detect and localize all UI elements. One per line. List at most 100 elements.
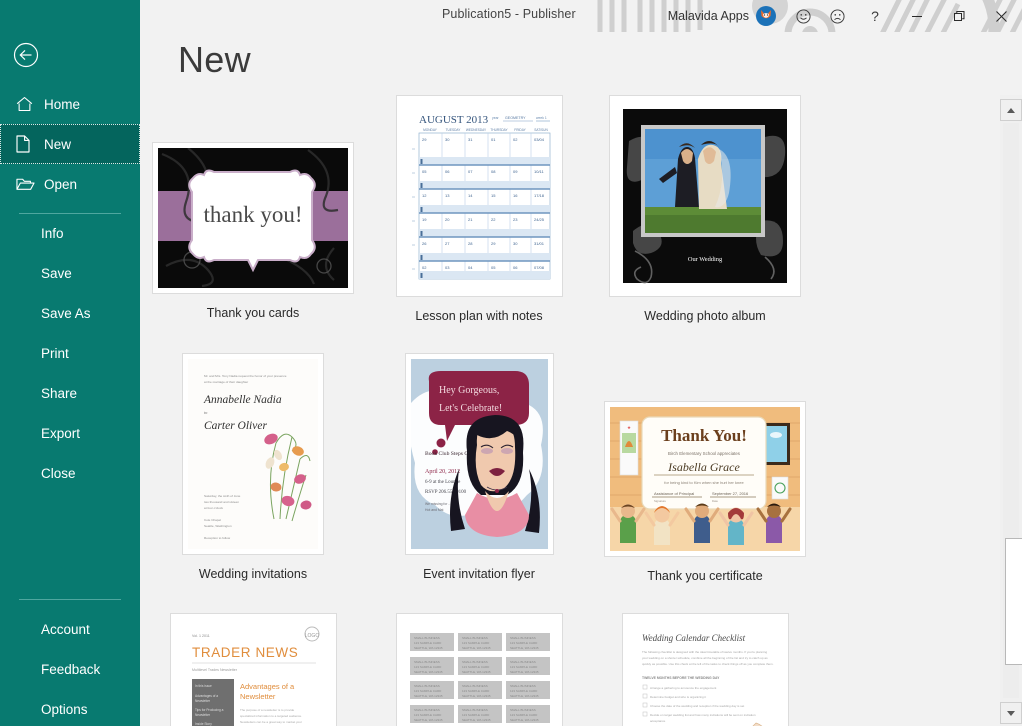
sidebar-item-new[interactable]: New: [0, 124, 140, 164]
template-newsletter[interactable]: Vol. 1 2011 LOGO TRADER NEWS Multilevel …: [169, 613, 337, 726]
template-caption: Event invitation flyer: [423, 567, 535, 581]
sidebar-item-print[interactable]: Print: [0, 333, 140, 373]
svg-text:SEATTLE, WA 12345: SEATTLE, WA 12345: [510, 694, 539, 698]
flyer-line-1: Hey Gorgeous,: [439, 385, 499, 396]
backstage-main: New thank you! Thank you cards AUGUST 20…: [140, 32, 1022, 726]
template-caption: Wedding invitations: [198, 567, 308, 581]
scroll-thumb[interactable]: [1005, 538, 1022, 665]
frowning-face-icon[interactable]: [820, 0, 854, 32]
svg-text:05: 05: [422, 169, 427, 174]
template-cell: Vol. 1 2011 LOGO TRADER NEWS Multilevel …: [140, 613, 366, 726]
sidebar-item-info[interactable]: Info: [0, 213, 140, 253]
publisher-backstage-window: Publication5 - Publisher Malavida Apps ?…: [0, 0, 1022, 726]
help-button[interactable]: ?: [854, 0, 896, 32]
svg-text:20: 20: [445, 217, 450, 222]
svg-text:26: 26: [422, 241, 427, 246]
svg-text:We missing for ...: We missing for ...: [425, 502, 451, 506]
svg-text:Assistance of Principal: Assistance of Principal: [654, 491, 694, 496]
fox-avatar-icon[interactable]: [756, 6, 776, 26]
svg-text:03: 03: [445, 265, 450, 270]
template-wedding-checklist[interactable]: Wedding Calendar Checklist The following…: [621, 613, 789, 726]
svg-text:two thousand and sixteen: two thousand and sixteen: [204, 500, 239, 504]
svg-text:your wedding on a shorter sche: your wedding on a shorter schedule, comb…: [642, 656, 768, 660]
title-bar-controls: Malavida Apps ?: [668, 0, 1022, 32]
gallery-scrollbar[interactable]: [1000, 95, 1022, 726]
sidebar-item-save[interactable]: Save: [0, 253, 140, 293]
invitation-name-1: Annabelle Nadia: [203, 394, 282, 406]
scroll-down-arrow-icon[interactable]: [1000, 702, 1022, 724]
svg-text:In this issue: In this issue: [195, 684, 212, 688]
template-row: thank you! Thank you cards AUGUST 2013 y…: [140, 95, 1000, 323]
svg-text:SEATTLE, WA 12345: SEATTLE, WA 12345: [462, 694, 491, 698]
sidebar-item-label: New: [44, 136, 72, 152]
svg-text:Mr. and Mrs. Tony Nadia reques: Mr. and Mrs. Tony Nadia request the hono…: [204, 374, 287, 378]
svg-text:123 SAMPLE CARD: 123 SAMPLE CARD: [414, 689, 442, 693]
sidebar-divider-bottom: [19, 599, 121, 600]
svg-text:Vol. 1 2011: Vol. 1 2011: [192, 634, 210, 638]
sidebar-item-open[interactable]: Open: [0, 164, 140, 204]
svg-text:specialized information to a t: specialized information to a targeted au…: [240, 714, 302, 718]
template-event-invitation-flyer[interactable]: Hey Gorgeous, Let's Celebrate! Book Club…: [404, 353, 554, 555]
svg-text:123 SAMPLE CARD: 123 SAMPLE CARD: [414, 713, 442, 717]
svg-text:06: 06: [445, 169, 450, 174]
template-thank-you-certificate[interactable]: ★ Thank You! Birch Elementary School app…: [604, 401, 806, 557]
template-wedding-invitations[interactable]: Mr. and Mrs. Tony Nadia request the hono…: [182, 353, 324, 555]
svg-text:Newsletter: Newsletter: [240, 692, 276, 701]
album-caption-text: Our Wedding: [688, 256, 723, 263]
svg-text:quickly as possible. Use this: quickly as possible. Use this check at t…: [642, 662, 774, 666]
sidebar-item-options[interactable]: Options: [0, 689, 140, 726]
close-icon[interactable]: [980, 0, 1022, 32]
scroll-up-arrow-icon[interactable]: [1000, 99, 1022, 121]
sidebar-item-save-as[interactable]: Save As: [0, 293, 140, 333]
svg-text:at the marriage of their daugh: at the marriage of their daughter: [204, 380, 248, 384]
template-cell: Hey Gorgeous, Let's Celebrate! Book Club…: [366, 353, 592, 583]
svg-text:14: 14: [468, 193, 473, 198]
sidebar-item-label: Home: [44, 96, 81, 112]
sidebar-item-close[interactable]: Close: [0, 453, 140, 493]
svg-text:thank you!: thank you!: [203, 202, 302, 227]
sidebar-item-export[interactable]: Export: [0, 413, 140, 453]
template-lesson-plan[interactable]: AUGUST 2013 year GEOMETRY week 1 MONDAY T…: [395, 95, 563, 297]
back-arrow-icon[interactable]: [13, 42, 39, 68]
svg-text:Arrange a gathering to announc: Arrange a gathering to announce the enga…: [650, 686, 717, 690]
svg-text:23: 23: [513, 217, 518, 222]
svg-text:SMALL BUSINESS: SMALL BUSINESS: [510, 636, 536, 640]
flyer-line-2: Let's Celebrate!: [439, 403, 502, 414]
svg-text:SEATTLE, WA 12345: SEATTLE, WA 12345: [510, 718, 539, 722]
svg-text:Saturday, the sixth of June: Saturday, the sixth of June: [204, 494, 241, 498]
sidebar-item-share[interactable]: Share: [0, 373, 140, 413]
sidebar-item-account[interactable]: Account: [0, 609, 140, 649]
smiley-face-icon[interactable]: [786, 0, 820, 32]
sidebar-item-feedback[interactable]: Feedback: [0, 649, 140, 689]
svg-text:TUESDAY: TUESDAY: [445, 128, 461, 132]
template-mailing-labels[interactable]: SMALL BUSINESS 123 SAMPLE CARD SEATTLE, WA…: [395, 613, 563, 726]
template-thank-you-cards[interactable]: thank you!: [152, 142, 354, 294]
sidebar-item-home[interactable]: Home: [0, 84, 140, 124]
svg-text:SEATTLE, WA 12345: SEATTLE, WA 12345: [414, 670, 443, 674]
thumbnail-wedding-photo-album: Our Wedding: [615, 101, 795, 291]
document-title: Publication5 - Publisher: [442, 7, 576, 21]
template-wedding-photo-album[interactable]: Our Wedding: [609, 95, 801, 297]
restore-icon[interactable]: [938, 0, 980, 32]
svg-text:123 SAMPLE CARD: 123 SAMPLE CARD: [462, 665, 490, 669]
minimize-icon[interactable]: [896, 0, 938, 32]
certificate-heading: Thank You!: [661, 426, 747, 445]
svg-text:123 SAMPLE CARD: 123 SAMPLE CARD: [510, 689, 538, 693]
svg-text:02: 02: [513, 137, 518, 142]
svg-text:AUGUST 2013: AUGUST 2013: [419, 114, 489, 126]
thumbnail-wedding-invitations: Mr. and Mrs. Tony Nadia request the hono…: [188, 359, 318, 549]
svg-text:SEATTLE, WA 12345: SEATTLE, WA 12345: [510, 670, 539, 674]
svg-text:13: 13: [445, 193, 450, 198]
svg-text:RSVP 206.555.0100: RSVP 206.555.0100: [425, 490, 467, 495]
thumbnail-lesson-plan: AUGUST 2013 year GEOMETRY week 1 MONDAY T…: [401, 101, 557, 291]
svg-text:123 SAMPLE CARD: 123 SAMPLE CARD: [510, 665, 538, 669]
svg-text:Decide on target wedding list: Decide on target wedding list and how ma…: [650, 713, 756, 717]
scrollbar-track[interactable]: [1003, 123, 1022, 698]
svg-text:07/08: 07/08: [534, 265, 545, 270]
svg-text:31: 31: [468, 137, 473, 142]
certificate-school: Birch Elementary School appreciates: [668, 451, 741, 456]
svg-text:September 27, 2016: September 27, 2016: [712, 491, 749, 496]
svg-text:GEOMETRY: GEOMETRY: [505, 116, 526, 120]
svg-text:22: 22: [491, 217, 496, 222]
svg-text:SMALL BUSINESS: SMALL BUSINESS: [462, 636, 488, 640]
